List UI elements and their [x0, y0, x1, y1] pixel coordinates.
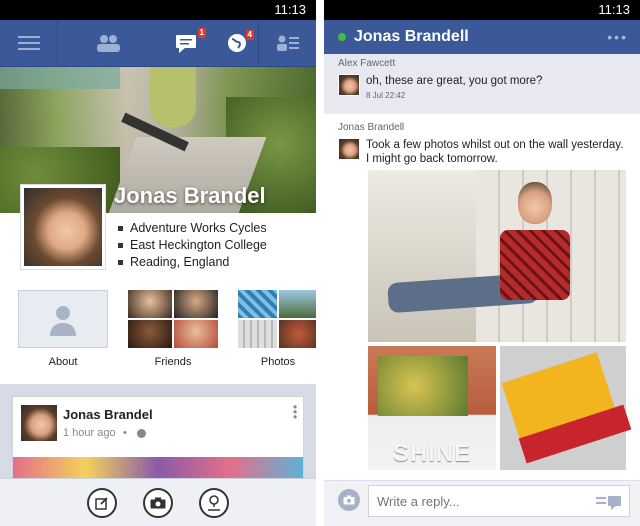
- reply-input[interactable]: [368, 485, 630, 517]
- friend-thumb: [174, 320, 218, 348]
- chat-more-icon[interactable]: •••: [607, 29, 628, 45]
- messages-button[interactable]: 1: [158, 20, 216, 67]
- profile-name: Jonas Brandel: [114, 183, 266, 208]
- check-in-icon: [208, 494, 220, 511]
- info-education-text: East Heckington College: [130, 238, 267, 252]
- message-item: Alex Fawcett oh, these are great, you go…: [324, 54, 640, 114]
- top-nav-bar: 1 4: [0, 19, 316, 67]
- person-silhouette-icon: [50, 306, 76, 336]
- chat-title[interactable]: Jonas Brandell: [354, 28, 469, 46]
- post-separator: •: [123, 427, 127, 439]
- post-author[interactable]: Jonas Brandel: [63, 407, 153, 422]
- bullet-icon: [118, 260, 123, 265]
- friend-thumb: [128, 320, 172, 348]
- status-bar: 11:13: [0, 0, 316, 20]
- photo-plant: [378, 356, 468, 416]
- cover-umbrella: [0, 67, 120, 89]
- about-label[interactable]: About: [18, 356, 108, 368]
- info-item-education: East Heckington College: [118, 237, 267, 254]
- status-time: 11:13: [274, 2, 306, 17]
- attached-photo-arrow[interactable]: [500, 346, 632, 470]
- attached-photo-plant[interactable]: SHINE: [368, 346, 496, 470]
- photo-thumb: [279, 290, 316, 318]
- online-status-icon: [338, 33, 346, 41]
- photo-thumb: [238, 320, 277, 348]
- friend-requests-button[interactable]: [58, 20, 158, 67]
- post-more-icon[interactable]: • • •: [293, 401, 297, 423]
- friend-thumb: [128, 290, 172, 318]
- message-avatar[interactable]: [338, 74, 360, 96]
- people-icon: [97, 35, 120, 52]
- post-time: 1 hour ago: [63, 427, 116, 439]
- emoticon-icon[interactable]: [596, 495, 622, 516]
- bottom-app-bar: [0, 478, 316, 526]
- profile-screen: 11:13 1 4 Jonas Brandel Adventure Works …: [0, 0, 316, 526]
- bullet-icon: [118, 226, 123, 231]
- message-text: oh, these are great, you got more?: [366, 75, 543, 87]
- status-bar: 11:13: [324, 0, 640, 20]
- hamburger-icon: [17, 36, 40, 50]
- profile-tiles: About Friends Photos: [18, 290, 316, 370]
- messages-badge: 1: [197, 27, 206, 38]
- chat-bubble-icon: [176, 35, 196, 53]
- info-location-text: Reading, England: [130, 255, 230, 269]
- about-tile[interactable]: [18, 290, 108, 348]
- friends-label[interactable]: Friends: [128, 356, 218, 368]
- reply-bar: [324, 480, 640, 526]
- message-sender: Jonas Brandell: [338, 122, 405, 133]
- feed-post[interactable]: Jonas Brandel 1 hour ago • • • •: [12, 396, 304, 487]
- attach-photo-button[interactable]: [338, 489, 360, 511]
- notifications-button[interactable]: 4: [216, 20, 258, 67]
- message-text: Took a few photos whilst out on the wall…: [366, 139, 624, 165]
- photos-label[interactable]: Photos: [238, 356, 316, 368]
- message-avatar[interactable]: [338, 138, 360, 160]
- photo-thumb: [238, 290, 277, 318]
- cover-person: [150, 67, 196, 127]
- avatar-face: [24, 188, 102, 266]
- info-item-work: Adventure Works Cycles: [118, 220, 267, 237]
- camera-icon: [150, 497, 166, 508]
- friends-tile[interactable]: [128, 290, 218, 348]
- bullet-icon: [118, 243, 123, 248]
- attached-photo-large[interactable]: [368, 170, 626, 342]
- photo-thumb: [279, 320, 316, 348]
- message-date: 8 Jul 22:42: [366, 91, 406, 100]
- contacts-list-icon: [276, 35, 299, 51]
- globe-icon: [228, 34, 246, 52]
- camera-button[interactable]: [143, 487, 173, 518]
- photo-shirt: [500, 230, 570, 300]
- profile-avatar[interactable]: [20, 184, 106, 270]
- info-item-location: Reading, England: [118, 254, 267, 271]
- notifications-badge: 4: [245, 29, 254, 40]
- camera-icon: [343, 495, 355, 505]
- info-work-text: Adventure Works Cycles: [130, 221, 267, 235]
- check-in-button[interactable]: [199, 487, 229, 518]
- message-sender: Alex Fawcett: [338, 58, 396, 69]
- profile-info-list: Adventure Works Cycles East Heckington C…: [118, 220, 267, 271]
- photo-shine-text: SHINE: [392, 440, 472, 467]
- contacts-button[interactable]: [258, 19, 316, 67]
- compose-icon: [95, 496, 108, 510]
- screens: 11:13 1 4 Jonas Brandel Adventure Works …: [0, 0, 640, 526]
- photo-head: [518, 182, 552, 224]
- message-item: Jonas Brandell Took a few photos whilst …: [324, 118, 640, 480]
- post-avatar[interactable]: [21, 405, 57, 441]
- friend-thumb: [174, 290, 218, 318]
- photos-tile[interactable]: [238, 290, 316, 348]
- screen-gap: [316, 0, 324, 526]
- compose-button[interactable]: [87, 487, 117, 518]
- privacy-globe-icon: [137, 429, 146, 438]
- chat-screen: 11:13 Jonas Brandell ••• Alex Fawcett oh…: [324, 0, 640, 526]
- menu-button[interactable]: [0, 19, 58, 67]
- chat-header: Jonas Brandell •••: [324, 20, 640, 54]
- status-time: 11:13: [598, 2, 630, 17]
